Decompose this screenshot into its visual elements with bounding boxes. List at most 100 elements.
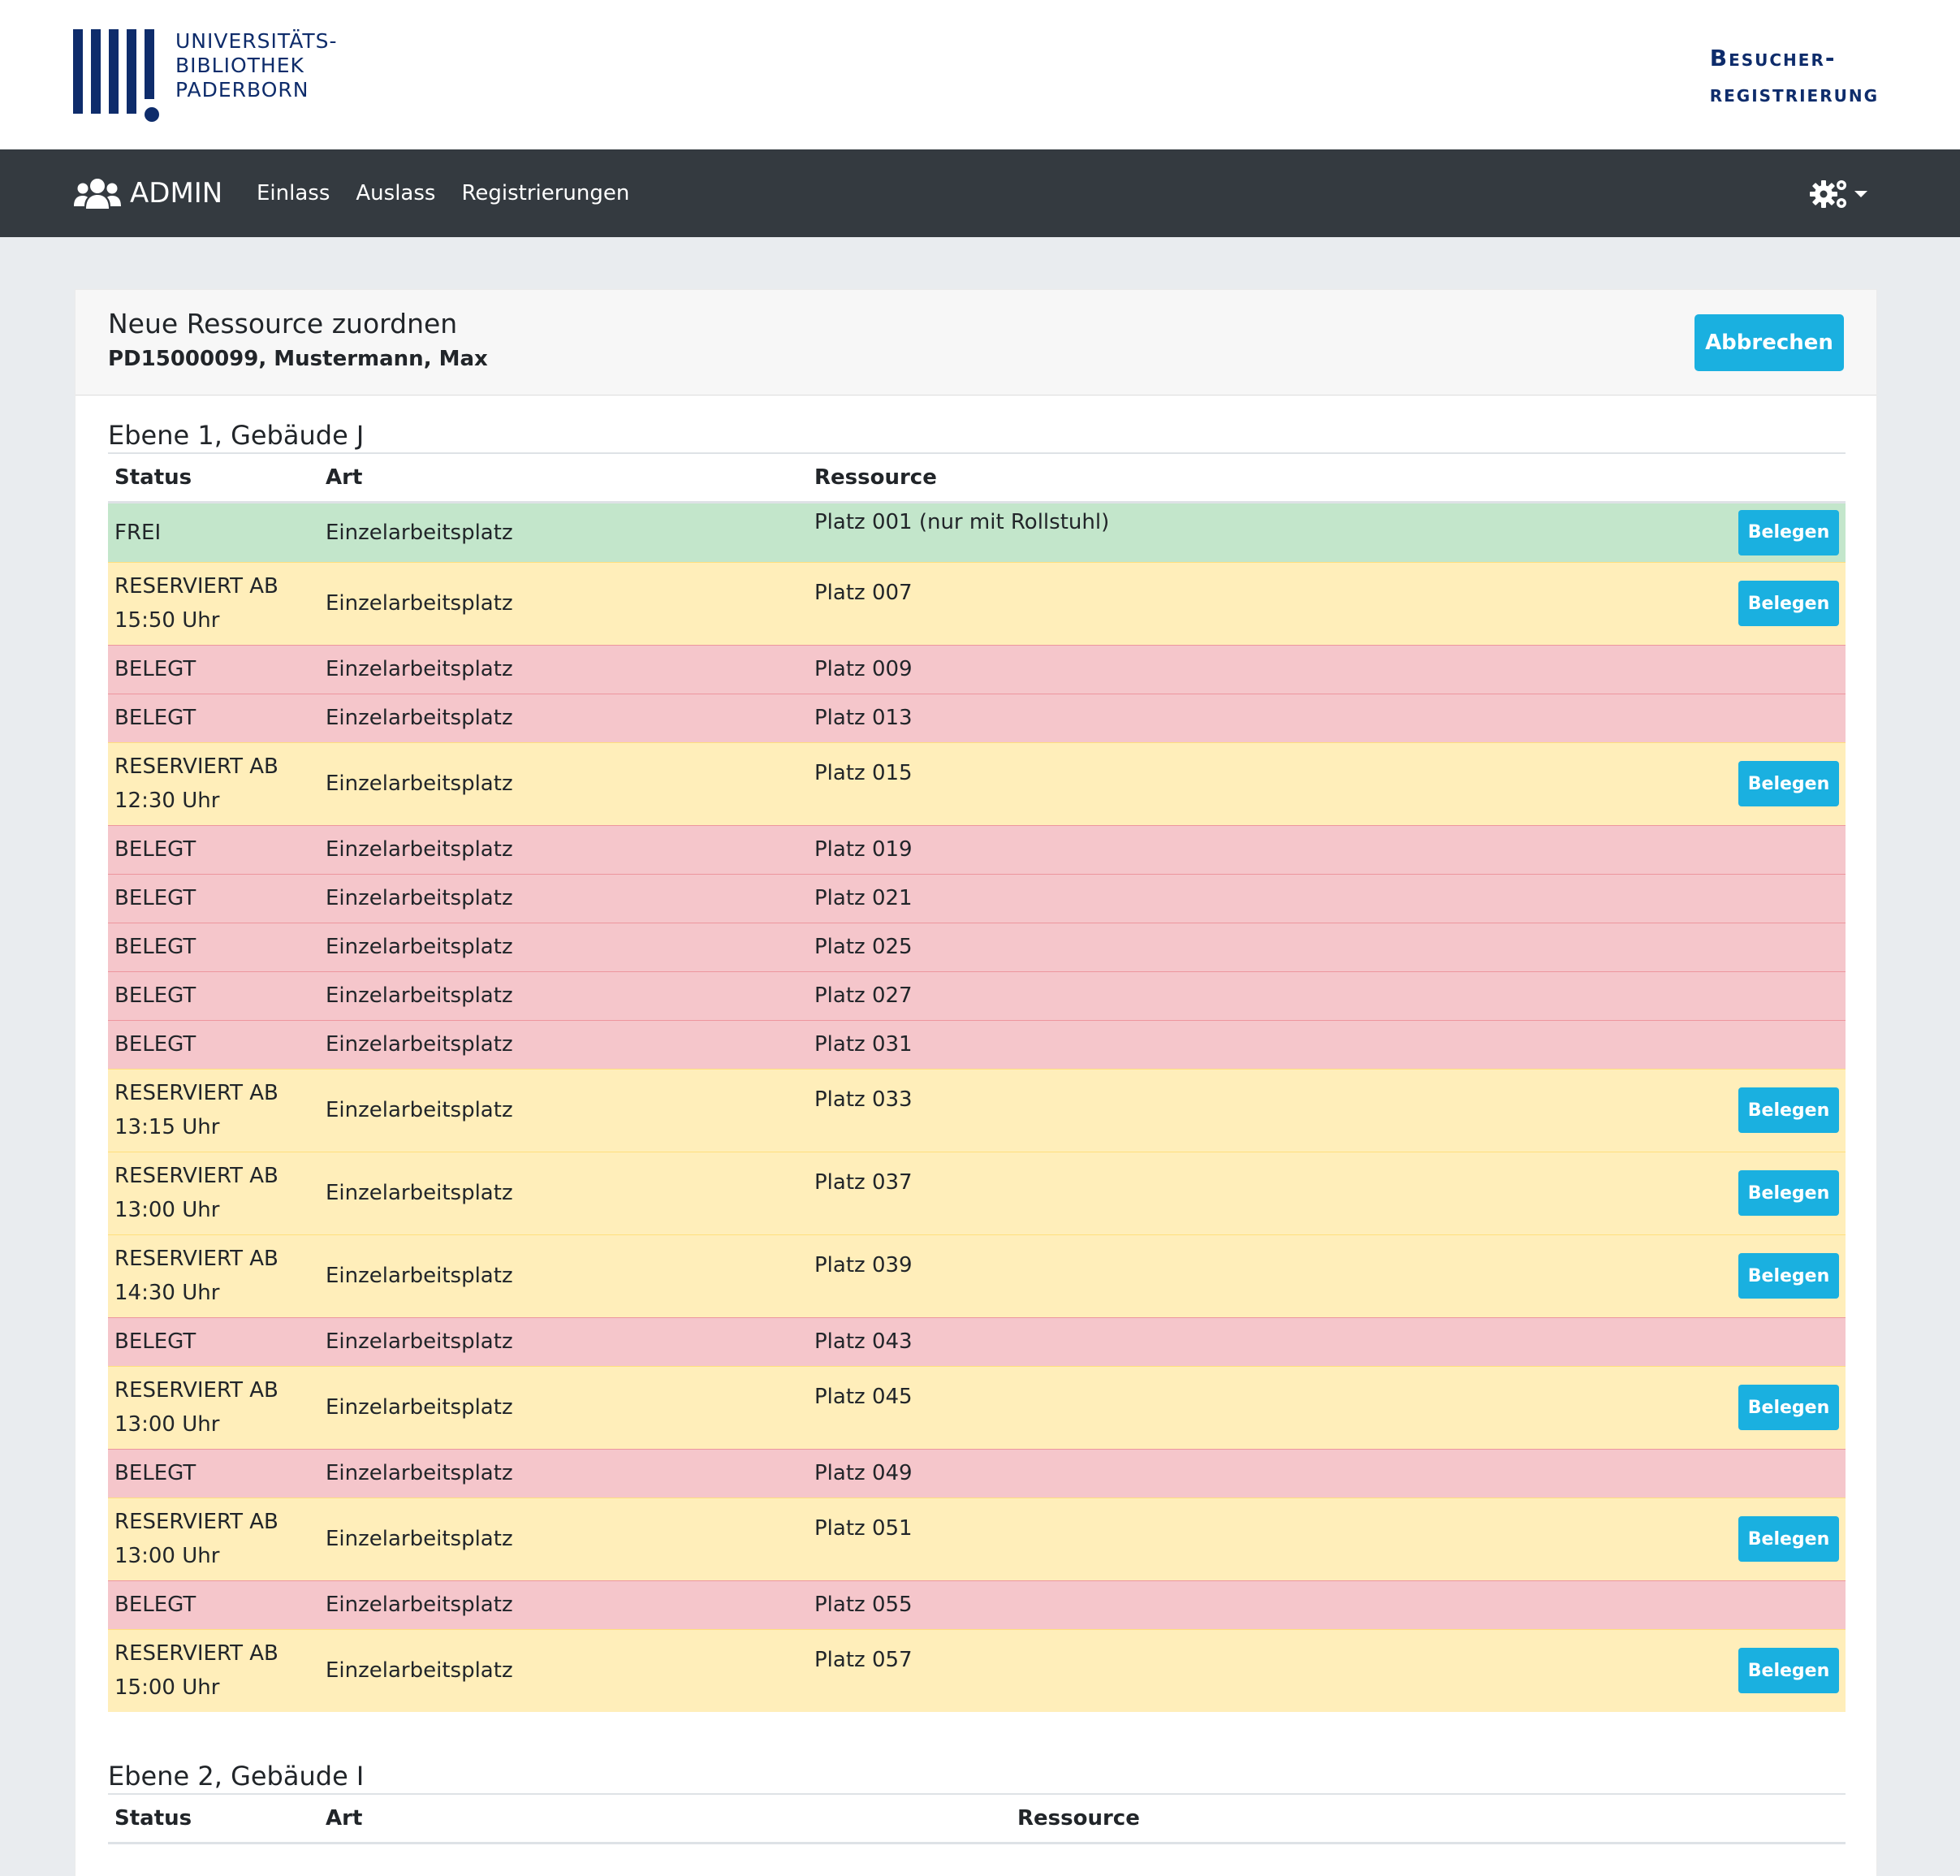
status-cell: BELEGT [108,1019,319,1069]
belegen-button[interactable]: Belegen [1738,1648,1839,1694]
logo-wordmark: UNIVERSITÄTS- BIBLIOTHEK PADERBORN [175,29,338,102]
status-cell: RESERVIERT AB 13:00 Uhr [108,1497,319,1580]
resource-cell: Platz 027 [808,970,1846,1020]
table-row: BELEGT Einzelarbeitsplatz Platz 043 [108,1316,1846,1366]
belegen-button[interactable]: Belegen [1738,1253,1839,1299]
app-title-line-1: Besucher- [1709,45,1837,71]
cancel-button[interactable]: Abbrechen [1694,314,1844,371]
status-cell: BELEGT [108,1448,319,1498]
resource-cell: Platz 051 Belegen [808,1497,1846,1580]
app-title: Besucher- registrierung [1710,41,1879,112]
logo-dot-icon [145,107,159,122]
status-cell: RESERVIERT AB 12:30 Uhr [108,741,319,825]
status-cell: BELEGT [108,873,319,923]
resource-cell: Platz 031 [808,1019,1846,1069]
nav-link-registrierungen[interactable]: Registrierungen [461,181,629,205]
type-cell: Einzelarbeitsplatz [319,1580,808,1629]
logo-line-1: UNIVERSITÄTS- [175,29,338,53]
resource-cell: Platz 007 Belegen [808,561,1846,645]
status-cell: RESERVIERT AB 13:00 Uhr [108,1365,319,1449]
resource-cell: Platz 021 [808,873,1846,923]
status-cell: RESERVIERT AB 13:00 Uhr [108,1151,319,1234]
assign-resource-card: Neue Ressource zuordnen PD15000099, Must… [75,289,1877,1876]
navbar-brand-label: ADMIN [130,177,223,210]
floor-section: Ebene 1, Gebäude J Status Art Ressource FREI… [108,396,1846,1712]
floor-section: Ebene 2, Gebäude I Status Art Ressource [108,1736,1846,1844]
resource-cell: Platz 013 [808,693,1846,742]
resource-cell: Platz 033 Belegen [808,1068,1846,1152]
belegen-button[interactable]: Belegen [1738,1170,1839,1216]
belegen-button[interactable]: Belegen [1738,509,1839,555]
type-cell: Einzelarbeitsplatz [319,1497,808,1580]
table-row: RESERVIERT AB 14:30 Uhr Einzelarbeitsplat… [108,1234,1846,1317]
belegen-button[interactable]: Belegen [1738,1087,1839,1133]
table-row: RESERVIERT AB 13:00 Uhr Einzelarbeitsplat… [108,1497,1846,1580]
resource-name: Platz 015 [814,761,913,785]
resource-cell: Platz 049 [808,1448,1846,1498]
main-navbar: ADMIN Einlass Auslass Registrierungen [0,149,1960,237]
belegen-button[interactable]: Belegen [1738,761,1839,806]
resource-name: Platz 031 [814,1032,913,1057]
resource-table: Status Art Ressource [108,1793,1846,1844]
resource-name: Platz 037 [814,1170,913,1195]
resource-cell: Platz 037 Belegen [808,1151,1846,1234]
table-header-row: Status Art Ressource [108,452,1846,504]
resource-name: Platz 045 [814,1385,913,1409]
status-cell: FREI [108,501,319,562]
nav-link-auslass[interactable]: Auslass [356,181,435,205]
resource-cell: Platz 009 [808,644,1846,694]
column-header-art: Art [319,1793,1011,1844]
resource-name: Platz 057 [814,1648,913,1673]
table-row: BELEGT Einzelarbeitsplatz Platz 031 [108,1019,1846,1069]
table-row: BELEGT Einzelarbeitsplatz Platz 021 [108,873,1846,923]
type-cell: Einzelarbeitsplatz [319,1151,808,1234]
resource-name: Platz 001 (nur mit Rollstuhl) [814,509,1110,534]
table-row: RESERVIERT AB 13:15 Uhr Einzelarbeitsplat… [108,1068,1846,1152]
sections-container: Ebene 1, Gebäude J Status Art Ressource FREI… [76,396,1876,1844]
card-header: Neue Ressource zuordnen PD15000099, Must… [76,290,1876,396]
type-cell: Einzelarbeitsplatz [319,741,808,825]
library-logo[interactable]: UNIVERSITÄTS- BIBLIOTHEK PADERBORN [73,29,349,125]
navbar-links: Einlass Auslass Registrierungen [257,172,655,214]
status-cell: BELEGT [108,644,319,694]
resource-name: Platz 043 [814,1329,913,1354]
belegen-button[interactable]: Belegen [1738,1385,1839,1430]
settings-dropdown-toggle[interactable] [1809,174,1869,214]
type-cell: Einzelarbeitsplatz [319,824,808,874]
users-icon [74,179,121,209]
logo-line-2: BIBLIOTHEK [175,54,304,77]
status-cell: BELEGT [108,1580,319,1629]
status-cell: BELEGT [108,922,319,971]
resource-name: Platz 019 [814,837,913,862]
status-cell: RESERVIERT AB 15:00 Uhr [108,1628,319,1712]
resource-cell: Platz 057 Belegen [808,1628,1846,1712]
gears-icon [1810,180,1846,208]
table-row: RESERVIERT AB 12:30 Uhr Einzelarbeitsplat… [108,741,1846,825]
belegen-button[interactable]: Belegen [1738,581,1839,626]
table-row: FREI Einzelarbeitsplatz Platz 001 (nur mit… [108,501,1846,562]
top-header: UNIVERSITÄTS- BIBLIOTHEK PADERBORN Besuc… [0,0,1960,149]
table-row: RESERVIERT AB 13:00 Uhr Einzelarbeitsplat… [108,1365,1846,1449]
resource-name: Platz 051 [814,1516,913,1541]
resource-cell: Platz 039 Belegen [808,1234,1846,1317]
type-cell: Einzelarbeitsplatz [319,1365,808,1449]
resource-name: Platz 049 [814,1461,913,1485]
table-row: BELEGT Einzelarbeitsplatz Platz 055 [108,1580,1846,1629]
resource-name: Platz 025 [814,935,913,959]
resource-name: Platz 013 [814,706,913,730]
resource-name: Platz 039 [814,1253,913,1277]
table-row: BELEGT Einzelarbeitsplatz Platz 009 [108,644,1846,694]
type-cell: Einzelarbeitsplatz [319,1448,808,1498]
caret-down-icon [1854,191,1867,197]
type-cell: Einzelarbeitsplatz [319,1068,808,1152]
table-row: BELEGT Einzelarbeitsplatz Platz 049 [108,1448,1846,1498]
nav-link-einlass[interactable]: Einlass [257,181,330,205]
type-cell: Einzelarbeitsplatz [319,970,808,1020]
type-cell: Einzelarbeitsplatz [319,873,808,923]
belegen-button[interactable]: Belegen [1738,1516,1839,1562]
table-row: BELEGT Einzelarbeitsplatz Platz 019 [108,824,1846,874]
table-row: RESERVIERT AB 15:50 Uhr Einzelarbeitsplat… [108,561,1846,645]
status-cell: RESERVIERT AB 13:15 Uhr [108,1068,319,1152]
navbar-brand[interactable]: ADMIN [73,172,222,214]
resource-name: Platz 007 [814,581,913,605]
